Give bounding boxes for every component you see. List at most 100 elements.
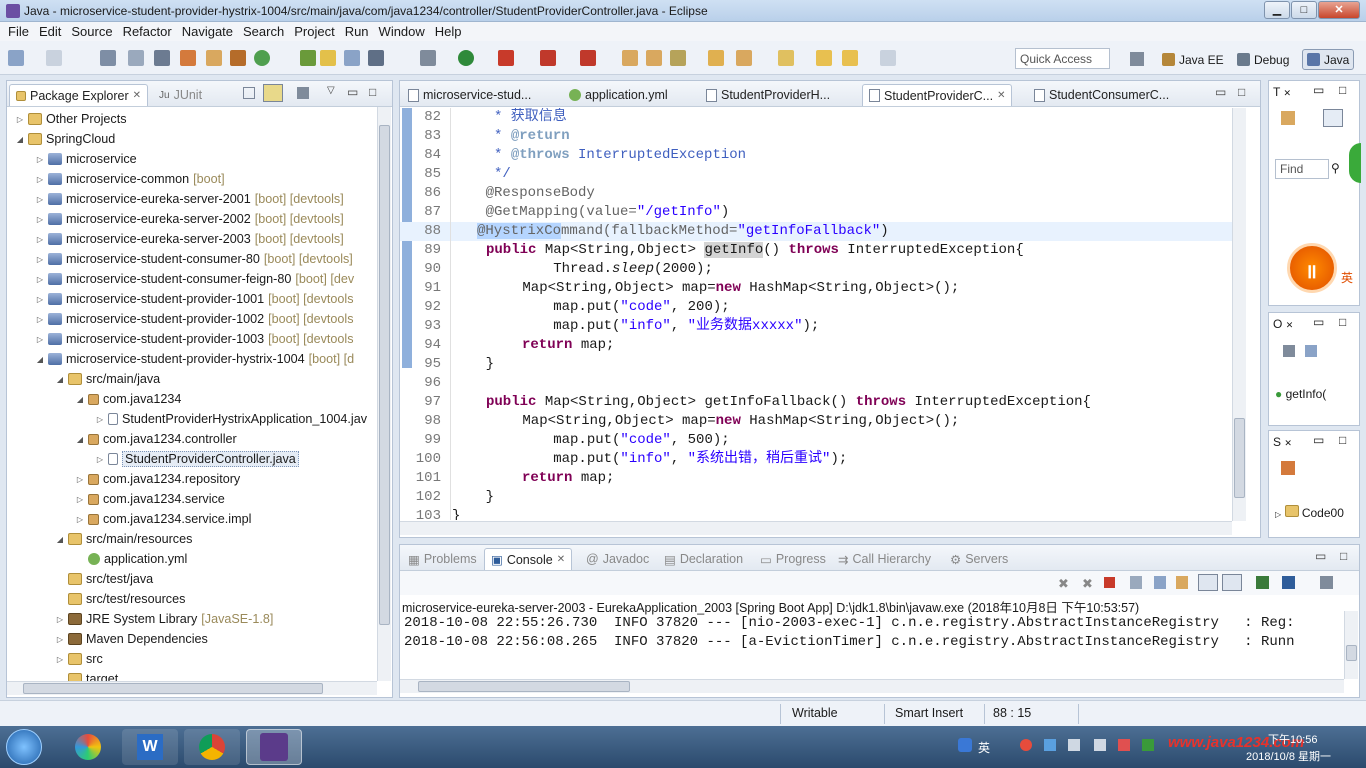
collapse-icon[interactable]: ◢ <box>75 395 85 404</box>
editor-tab-application-yml[interactable]: application.yml <box>563 84 674 106</box>
perspective-java-ee[interactable]: Java EE <box>1158 49 1228 70</box>
tab-console[interactable]: ▣ Console ✕ <box>484 548 573 570</box>
taskbar-app-chrome[interactable] <box>184 729 240 765</box>
remove-launch-icon[interactable]: ✖ <box>1058 576 1069 592</box>
tree-item[interactable]: ◢ microservice-student-provider-hystrix-1… <box>35 349 354 369</box>
display-console-icon[interactable] <box>1282 576 1295 589</box>
pin-console-icon[interactable] <box>1256 576 1269 589</box>
open-folder-icon[interactable] <box>646 50 662 66</box>
tree-item[interactable]: ◢ com.java1234 <box>75 389 182 409</box>
scroll-thumb[interactable] <box>1346 645 1357 661</box>
wand-icon[interactable] <box>670 50 686 66</box>
tray-security-icon[interactable] <box>1118 739 1130 751</box>
tree-vertical-scrollbar[interactable] <box>377 107 391 681</box>
maximize-button[interactable]: □ <box>1291 1 1317 19</box>
tree-item[interactable]: ▷ microservice-student-consumer-80 [boot] … <box>35 249 353 269</box>
tree-item[interactable]: ▷ microservice-student-provider-1003 [boot… <box>35 329 354 349</box>
expand-icon[interactable]: ▷ <box>55 615 65 624</box>
close-icon[interactable]: ✕ <box>1284 438 1292 448</box>
menu-refactor[interactable]: Refactor <box>121 24 180 39</box>
tree-item[interactable]: ▷ StudentProviderHystrixApplication_1004.… <box>95 409 367 429</box>
menu-search[interactable]: Search <box>241 24 292 39</box>
scroll-lock-icon[interactable] <box>1154 576 1166 589</box>
close-icon[interactable]: ✕ <box>1283 88 1291 98</box>
collapse-icon[interactable]: ◢ <box>15 135 25 144</box>
run-icon[interactable] <box>458 50 474 66</box>
collapse-icon[interactable]: ◢ <box>35 355 45 364</box>
minimize-view-icon[interactable]: ▭ <box>1315 549 1326 563</box>
expand-icon[interactable]: ▷ <box>75 515 85 524</box>
hide-fields-icon[interactable] <box>1283 345 1295 357</box>
menu-navigate[interactable]: Navigate <box>180 24 241 39</box>
tree-item[interactable]: ▷ microservice-eureka-server-2002 [boot] [… <box>35 209 344 229</box>
outline-item[interactable]: ● getInfo( <box>1275 387 1326 401</box>
new-task-icon[interactable] <box>1281 111 1295 125</box>
tree-item[interactable]: ▷ microservice <box>35 149 137 169</box>
open-perspective-icon[interactable] <box>206 50 222 66</box>
open-perspective-icon[interactable] <box>1130 52 1144 66</box>
search-icon[interactable] <box>128 50 144 66</box>
menu-run[interactable]: Run <box>343 24 377 39</box>
taskbar-app-pinwheel[interactable] <box>60 729 116 765</box>
debug-icon[interactable] <box>498 50 514 66</box>
tray-cloud-icon[interactable] <box>1044 739 1056 751</box>
tree-item[interactable]: ▷ Maven Dependencies <box>55 629 208 649</box>
collapse-icon[interactable]: ◢ <box>55 375 65 384</box>
expand-icon[interactable]: ▷ <box>75 495 85 504</box>
close-icon[interactable]: ✕ <box>557 554 565 565</box>
maximize-view-icon[interactable]: □ <box>1340 549 1347 563</box>
tree-item[interactable]: ▷ com.java1234.service <box>75 489 225 509</box>
toolbar-icon[interactable] <box>1281 461 1295 475</box>
clock-date[interactable]: 2018/10/8 星期一 <box>1246 748 1331 764</box>
tree-item[interactable]: ▷ microservice-common [boot] <box>35 169 225 189</box>
minimize-view-icon[interactable]: ▭ <box>1313 315 1324 329</box>
collapse-icon[interactable]: ◢ <box>55 535 65 544</box>
open-console-icon[interactable] <box>1320 576 1333 589</box>
expand-icon[interactable]: ▷ <box>1275 510 1281 519</box>
taskbar-app-word[interactable]: W <box>122 729 178 765</box>
search-icon[interactable]: ⚲ <box>1331 161 1340 175</box>
tree-item[interactable]: ▷ Code00 <box>1275 505 1344 520</box>
taskbar-app-eclipse[interactable] <box>246 729 302 765</box>
terminate-icon[interactable] <box>1104 577 1115 588</box>
minimize-view-icon[interactable]: ▭ <box>347 85 358 99</box>
clock-time[interactable]: 下午10:56 <box>1268 731 1318 747</box>
collapse-all-icon[interactable] <box>243 87 255 99</box>
tray-app-icon[interactable] <box>1020 739 1032 751</box>
tree-item[interactable]: ▷ microservice-student-provider-1002 [boot… <box>35 309 354 329</box>
expand-icon[interactable]: ▷ <box>55 655 65 664</box>
scroll-thumb[interactable] <box>418 681 630 692</box>
new-wizard-icon[interactable] <box>254 50 270 66</box>
expand-icon[interactable]: ▷ <box>35 155 45 164</box>
tab-junit[interactable]: Ju JUnit <box>153 84 208 106</box>
editor-vertical-scrollbar[interactable] <box>1232 108 1246 521</box>
view-tab-outline[interactable]: O ✕ <box>1273 317 1293 331</box>
forward-arrow-icon[interactable] <box>880 50 896 66</box>
ime-icon[interactable] <box>958 738 972 752</box>
editor-tab-student-provider-hystrix-app[interactable]: StudentProviderH... <box>700 84 836 106</box>
maximize-view-icon[interactable]: □ <box>1238 85 1245 99</box>
next-annotation-icon[interactable] <box>300 50 316 66</box>
expand-icon[interactable]: ▷ <box>35 175 45 184</box>
tree-item[interactable]: ▷ microservice-student-provider-1001 [boot… <box>35 289 354 309</box>
expand-icon[interactable]: ▷ <box>35 255 45 264</box>
minimize-button[interactable]: ▁ <box>1264 1 1290 19</box>
menu-file[interactable]: File <box>6 24 37 39</box>
filter-icon[interactable] <box>297 87 309 99</box>
perspective-java[interactable]: Java <box>1302 49 1355 70</box>
link-with-editor-icon[interactable] <box>263 84 283 102</box>
gear-icon[interactable] <box>420 50 436 66</box>
close-icon[interactable]: ✕ <box>1286 320 1294 330</box>
editor-tab-student-consumer-controller[interactable]: StudentConsumerC... <box>1028 84 1175 106</box>
toggle-mark-icon[interactable] <box>154 50 170 66</box>
view-tab-t[interactable]: T ✕ <box>1273 85 1291 99</box>
show-on-stderr-icon[interactable] <box>1222 574 1242 591</box>
scroll-thumb[interactable] <box>379 125 390 625</box>
next-edit-icon[interactable] <box>778 50 794 66</box>
minimize-view-icon[interactable]: ▭ <box>1313 83 1324 97</box>
close-window-button[interactable]: ✕ <box>1318 1 1360 19</box>
menu-window[interactable]: Window <box>377 24 433 39</box>
save-icon[interactable] <box>46 50 62 66</box>
tree-item[interactable]: ▷ Other Projects <box>15 109 127 129</box>
tray-network-icon[interactable] <box>1068 739 1080 751</box>
